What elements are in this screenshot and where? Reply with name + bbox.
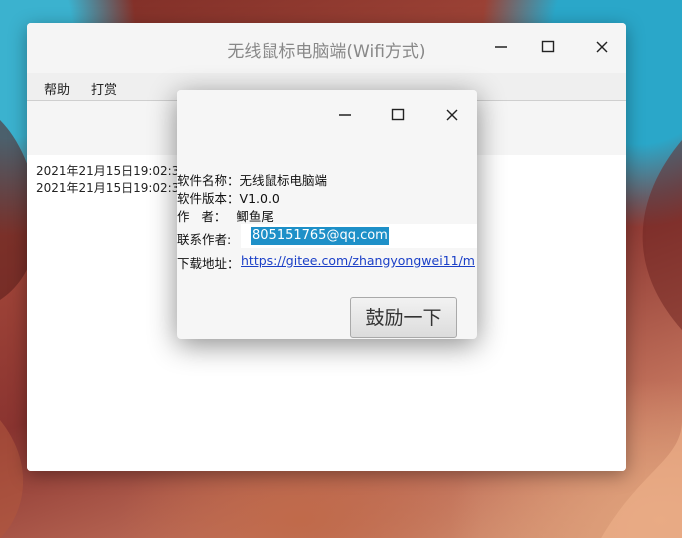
log-line: 2021年21月15日19:02:3	[36, 164, 180, 178]
download-label: 下载地址：	[177, 256, 240, 271]
software-name-value: 无线鼠标电脑端	[239, 173, 328, 188]
software-name-label: 软件名称：	[177, 173, 240, 188]
minimize-button[interactable]	[491, 37, 511, 57]
about-dialog: 软件名称：无线鼠标电脑端 软件版本：V1.0.0 作 者： 鲫鱼尾 联系作者: …	[177, 90, 477, 339]
contact-label: 联系作者:	[177, 232, 232, 247]
maximize-icon	[541, 40, 555, 53]
menu-help[interactable]: 帮助	[44, 79, 70, 98]
main-titlebar: 无线鼠标电脑端(Wifi方式)	[27, 23, 626, 73]
maximize-button[interactable]	[538, 37, 558, 57]
version-value: V1.0.0	[239, 191, 280, 206]
close-button[interactable]	[592, 37, 612, 57]
reward-button[interactable]: 鼓励一下	[350, 297, 457, 338]
minimize-icon	[339, 114, 351, 116]
author-row: 作 者： 鲫鱼尾	[177, 206, 274, 225]
version-row: 软件版本：V1.0.0	[177, 188, 280, 207]
contact-email-field[interactable]: 805151765@qq.com	[241, 224, 477, 248]
author-value: 鲫鱼尾	[236, 209, 274, 224]
window-title: 无线鼠标电脑端(Wifi方式)	[227, 42, 426, 62]
dialog-close-button[interactable]	[442, 105, 462, 125]
contact-email-value: 805151765@qq.com	[251, 227, 389, 245]
author-label: 作 者：	[177, 209, 227, 224]
software-name-row: 软件名称：无线鼠标电脑端	[177, 170, 327, 189]
version-label: 软件版本：	[177, 191, 240, 206]
menu-reward[interactable]: 打赏	[91, 79, 117, 98]
maximize-icon	[391, 108, 405, 121]
close-icon	[446, 109, 458, 121]
dialog-maximize-button[interactable]	[388, 105, 408, 125]
dialog-titlebar	[177, 90, 477, 140]
close-icon	[596, 41, 608, 53]
log-line: 2021年21月15日19:02:3	[36, 181, 180, 195]
download-link[interactable]: https://gitee.com/zhangyongwei11/m	[241, 253, 477, 268]
minimize-icon	[495, 46, 507, 48]
dialog-minimize-button[interactable]	[335, 105, 355, 125]
